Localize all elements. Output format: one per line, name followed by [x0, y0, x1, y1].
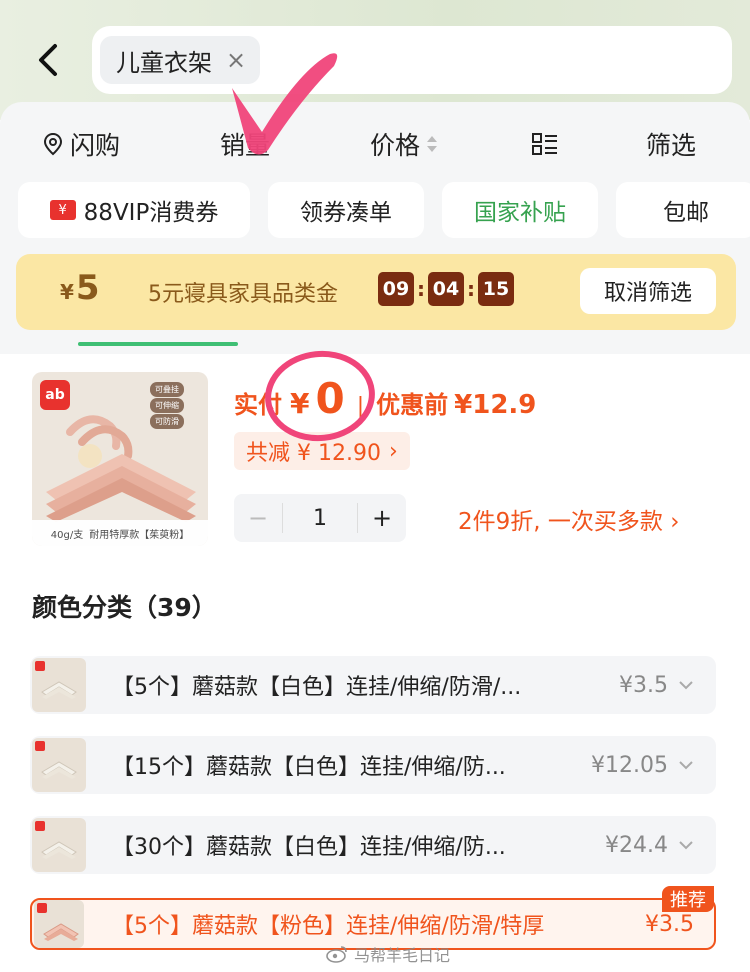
variant-price: ¥3.5	[619, 672, 668, 698]
color-category-title: 颜色分类（39）	[32, 593, 217, 622]
total-discount-text: 共减 ¥ 12.90	[246, 441, 381, 466]
cancel-filter-button[interactable]: 取消筛选	[580, 268, 716, 314]
quantity-value[interactable]: 1	[282, 503, 358, 533]
countdown-timer: 09 : 04 : 15	[378, 272, 514, 306]
tag-coupon-bundle[interactable]: 领券凑单	[268, 182, 424, 238]
chevron-right-icon: ›	[388, 438, 398, 464]
multi-buy-offer-link[interactable]: 2件9折, 一次买多款 ›	[458, 502, 679, 536]
chevron-down-icon	[678, 677, 694, 693]
back-button[interactable]	[28, 38, 68, 82]
tag-coupon-label: 领券凑单	[300, 200, 392, 226]
total-discount-tag[interactable]: 共减 ¥ 12.90 ›	[234, 432, 410, 470]
quick-filter-tags: ¥ 88VIP消费券 领券凑单 国家补贴 包邮	[18, 182, 750, 238]
before-discount-label: 优惠前	[376, 391, 449, 419]
variant-thumbnail	[32, 738, 86, 792]
tag-free-shipping[interactable]: 包邮	[616, 182, 750, 238]
product-image[interactable]: ab 可叠挂 可伸缩 可防滑 40g/支 耐用特厚款【茱萸粉】	[32, 372, 208, 546]
price-divider: |	[356, 394, 365, 419]
tag-88vip-label: 88VIP消费券	[83, 200, 219, 226]
sort-filter-label: 筛选	[646, 131, 697, 160]
timer-seconds: 15	[478, 272, 514, 306]
sort-price-label: 价格	[370, 131, 421, 160]
caption-type: 耐用特厚款【茱萸粉】	[89, 529, 190, 541]
product-image-caption: 40g/支 耐用特厚款【茱萸粉】	[32, 520, 208, 546]
variant-option[interactable]: 【5个】蘑菇款【白色】连挂/伸缩/防滑/... ¥3.5	[30, 656, 716, 714]
list-layout-icon	[532, 133, 557, 155]
coupon-description: 5元寝具家具品类金	[148, 282, 338, 307]
tag-national-label: 国家补贴	[474, 200, 566, 226]
back-arrow-icon	[39, 44, 57, 76]
sort-sales-label: 销量	[220, 131, 271, 160]
coupon-amount-value: 5	[75, 268, 100, 308]
actual-pay-price: 0	[315, 374, 345, 423]
filter-panel: 闪购 销量 价格 筛选 ¥ 88VIP消费券 领券凑单 国家补贴 包邮 ¥5 5…	[0, 102, 750, 354]
active-tab-indicator	[78, 342, 238, 346]
tag-88vip-coupon[interactable]: ¥ 88VIP消费券	[18, 182, 250, 238]
variant-name: 【15个】蘑菇款【白色】连挂/伸缩/防...	[112, 755, 506, 780]
search-bar[interactable]: 儿童衣架 ×	[92, 26, 732, 94]
timer-minutes: 04	[428, 272, 464, 306]
clear-query-icon[interactable]: ×	[226, 46, 246, 74]
variant-price: ¥12.05	[591, 752, 668, 778]
sort-filter[interactable]: 筛选	[646, 122, 696, 166]
variant-option[interactable]: 【30个】蘑菇款【白色】连挂/伸缩/防... ¥24.4	[30, 816, 716, 874]
location-pin-icon	[43, 132, 63, 156]
before-discount-price: ¥12.9	[454, 390, 537, 420]
sort-shanguo-label: 闪购	[70, 131, 121, 160]
variant-price: ¥3.5	[645, 911, 694, 937]
sort-bar: 闪购 销量 价格 筛选	[0, 122, 750, 166]
search-query-chip[interactable]: 儿童衣架 ×	[100, 36, 261, 84]
tag-national-subsidy[interactable]: 国家补贴	[442, 182, 598, 238]
decrease-quantity-button[interactable]: −	[234, 494, 282, 542]
vip-coupon-icon: ¥	[49, 200, 76, 220]
variant-name: 【5个】蘑菇款【粉色】连挂/伸缩/防滑/特厚	[112, 914, 545, 939]
actual-pay-yen: ¥	[290, 387, 310, 420]
watermark-text: 马帮羊毛日记	[354, 946, 451, 965]
sort-arrows-icon	[427, 136, 438, 152]
increase-quantity-button[interactable]: +	[358, 494, 406, 542]
sort-sales[interactable]: 销量	[220, 122, 270, 166]
actual-pay-label: 实付	[234, 391, 282, 419]
coupon-yen: ¥	[60, 280, 74, 304]
variant-option[interactable]: 【15个】蘑菇款【白色】连挂/伸缩/防... ¥12.05	[30, 736, 716, 794]
variant-thumbnail	[32, 658, 86, 712]
variant-name: 【30个】蘑菇款【白色】连挂/伸缩/防...	[112, 835, 506, 860]
timer-hours: 09	[378, 272, 414, 306]
chevron-down-icon	[678, 757, 694, 773]
price-line: 实付 ¥ 0 | 优惠前 ¥12.9	[234, 374, 536, 426]
variant-thumbnail	[32, 818, 86, 872]
quantity-stepper: − 1 +	[234, 494, 406, 542]
sort-shanguo[interactable]: 闪购	[42, 122, 120, 166]
timer-separator: :	[417, 277, 425, 301]
weibo-icon	[326, 946, 347, 963]
variant-thumbnail	[34, 900, 84, 948]
watermark: 马帮羊毛日记	[326, 942, 450, 966]
caption-weight: 40g/支	[50, 529, 84, 541]
search-query-text: 儿童衣架	[116, 48, 212, 77]
coupon-banner: ¥5 5元寝具家具品类金 09 : 04 : 15 取消筛选	[16, 254, 736, 330]
timer-separator: :	[467, 277, 475, 301]
layout-toggle[interactable]	[532, 122, 558, 166]
sort-price[interactable]: 价格	[370, 122, 438, 166]
variant-name: 【5个】蘑菇款【白色】连挂/伸缩/防滑/...	[112, 675, 522, 700]
chevron-down-icon	[678, 837, 694, 853]
tag-freeship-label: 包邮	[663, 200, 709, 226]
variant-price: ¥24.4	[605, 832, 668, 858]
recommended-badge: 推荐	[662, 886, 714, 912]
coupon-amount: ¥5	[60, 268, 100, 308]
